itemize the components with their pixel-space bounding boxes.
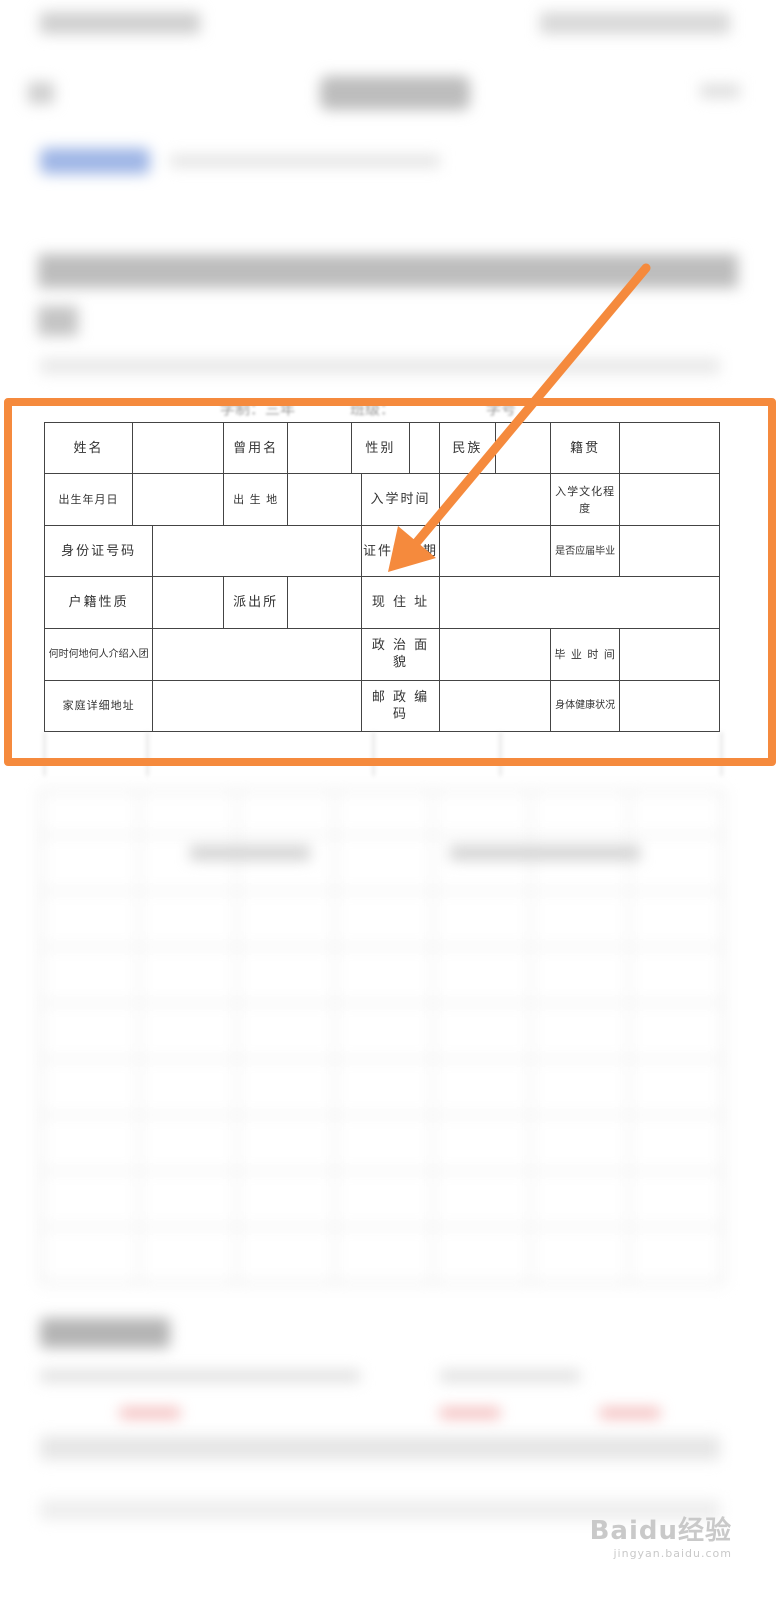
watermark-url: jingyan.baidu.com	[613, 1547, 732, 1560]
watermark-brand: Baidu经验	[589, 1516, 732, 1546]
baidu-jingyan-watermark: Baidu经验 jingyan.baidu.com	[590, 1510, 732, 1560]
arrow-icon	[388, 263, 651, 572]
